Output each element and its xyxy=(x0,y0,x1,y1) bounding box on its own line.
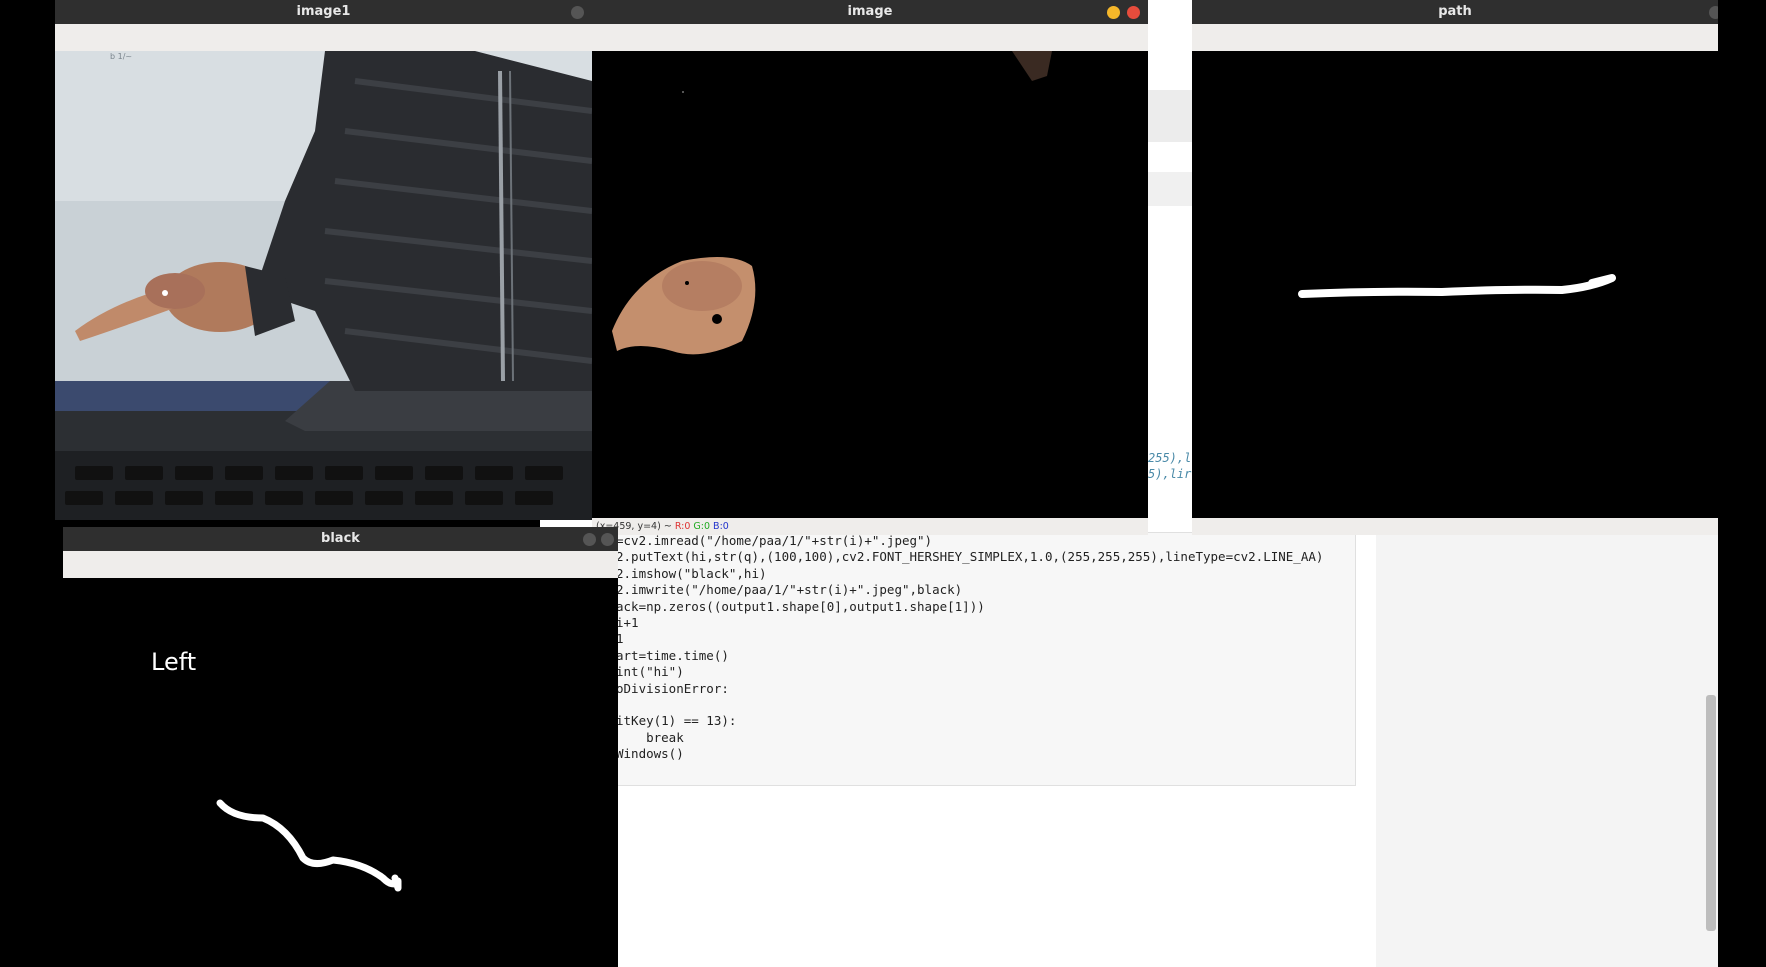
path-canvas xyxy=(1192,51,1718,518)
code-line[interactable]: 2.imshow("black",hi) xyxy=(616,566,1323,582)
code-fragment-2: 5),lir xyxy=(1148,467,1192,481)
pixel-status-bar: (x=459, y=4) ~ R:0 G:0 B:0 xyxy=(592,518,1148,535)
code-line[interactable]: 2.putText(hi,str(q),(100,100),cv2.FONT_H… xyxy=(616,549,1323,565)
svg-text:b 1/~: b 1/~ xyxy=(110,52,132,61)
window-toolbar xyxy=(592,24,1148,51)
webcam-scene: b 1/~ xyxy=(55,51,592,520)
code-line[interactable]: oDivisionError: xyxy=(616,681,1323,697)
editor-toolbar-strip xyxy=(1146,90,1192,142)
close-icon[interactable] xyxy=(571,6,584,19)
editor-cell-strip xyxy=(1146,172,1192,206)
code-line[interactable]: i+1 xyxy=(616,615,1323,631)
code-line[interactable]: int("hi") xyxy=(616,664,1323,680)
direction-label: Left xyxy=(151,648,197,676)
hand-mask xyxy=(612,51,1052,355)
red-value: R:0 xyxy=(674,521,691,532)
status-bar xyxy=(1192,518,1718,535)
code-line[interactable]: ack=np.zeros((output1.shape[0],output1.s… xyxy=(616,599,1323,615)
code-line[interactable] xyxy=(616,697,1323,713)
webcam-frame-image: b 1/~ xyxy=(55,51,592,520)
code-lines[interactable]: =cv2.imread("/home/paa/1/"+str(i)+".jpeg… xyxy=(616,533,1323,762)
window-title-path[interactable]: path xyxy=(1192,0,1718,24)
window-image1[interactable]: image1 b 1/~ xyxy=(55,0,592,520)
code-line[interactable]: 1 xyxy=(616,631,1323,647)
code-line[interactable]: art=time.time() xyxy=(616,648,1323,664)
blue-value: B:0 xyxy=(713,521,729,532)
green-value: G:0 xyxy=(693,521,711,532)
gesture-canvas: Left xyxy=(63,578,618,967)
close-icon[interactable] xyxy=(601,533,614,546)
window-black[interactable]: black Left xyxy=(63,527,618,967)
code-line[interactable]: break xyxy=(616,730,1323,746)
editor-side-panel xyxy=(1376,530,1718,967)
window-title-black[interactable]: black xyxy=(63,527,618,551)
editor-scrollbar[interactable] xyxy=(1706,695,1716,931)
window-toolbar xyxy=(1192,24,1718,51)
close-icon[interactable] xyxy=(1709,6,1718,19)
minimize-icon[interactable] xyxy=(583,533,596,546)
window-toolbar xyxy=(55,24,592,51)
code-line[interactable]: Windows() xyxy=(616,746,1323,762)
code-line[interactable]: 2.imwrite("/home/paa/1/"+str(i)+".jpeg",… xyxy=(616,582,1323,598)
window-path[interactable]: path xyxy=(1192,0,1718,535)
code-line[interactable]: itKey(1) == 13): xyxy=(616,713,1323,729)
mask-image xyxy=(592,51,1148,518)
path-trace xyxy=(1298,274,1616,298)
window-title-image1[interactable]: image1 xyxy=(55,0,592,24)
code-line[interactable]: =cv2.imread("/home/paa/1/"+str(i)+".jpeg… xyxy=(616,533,1323,549)
window-toolbar xyxy=(63,551,618,578)
minimize-icon[interactable] xyxy=(1107,6,1120,19)
window-image[interactable]: image (x=459, y=4) ~ R:0 G:0 B:0 xyxy=(592,0,1148,535)
code-fragment-1: 255),l xyxy=(1148,451,1192,465)
window-title-image[interactable]: image xyxy=(592,0,1148,24)
gesture-trace xyxy=(216,799,402,892)
close-icon[interactable] xyxy=(1127,6,1140,19)
